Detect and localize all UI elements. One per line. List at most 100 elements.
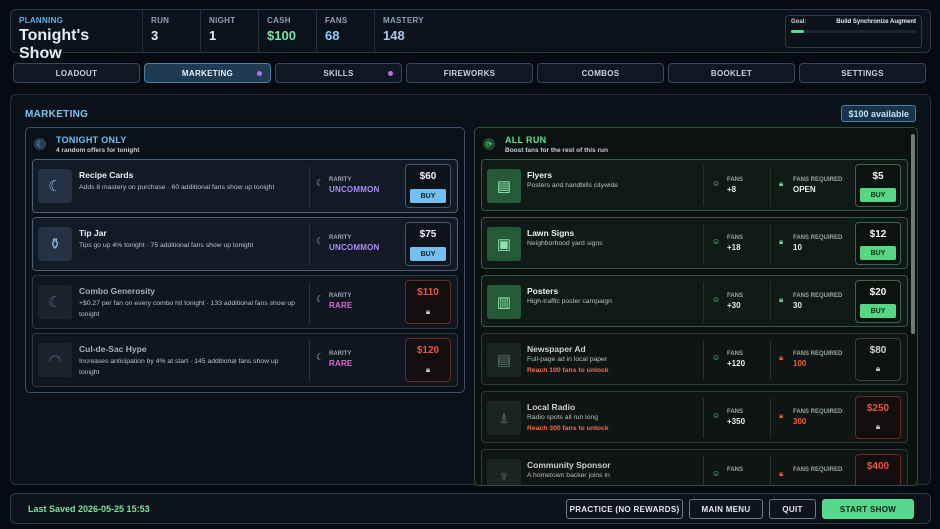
stat-cash-label: CASH: [267, 16, 291, 25]
price-box: $75 BUY: [405, 222, 451, 266]
divider: [703, 340, 704, 380]
tab-fireworks[interactable]: FIREWORKS: [406, 63, 533, 83]
offer-card-tip-jar: ⚱ Tip Jar Tips go up 4% tonight · 75 add…: [32, 217, 458, 271]
fans-icon: ☺: [712, 237, 721, 246]
all-run-column: ⟳ ALL RUN Boost fans for the rest of thi…: [474, 127, 918, 486]
combo-icon: ☾: [38, 285, 72, 319]
offer-card-combo-generosity: ☾ Combo Generosity +$0.27 per fan on eve…: [32, 275, 458, 329]
stat-mastery-value: 148: [383, 28, 405, 43]
lock-icon: 🔒︎: [779, 353, 784, 362]
fans-required-label: FANS REQUIRED: [793, 351, 843, 357]
upgrade-name: Lawn Signs: [527, 228, 575, 238]
buy-button[interactable]: BUY: [860, 188, 896, 202]
top-status-bar: PLANNING Tonight's Show RUN 3 NIGHT 1 CA…: [10, 9, 931, 62]
tab-booklet[interactable]: BOOKLET: [668, 63, 795, 83]
notification-dot-icon: [257, 71, 262, 76]
start-show-button[interactable]: START SHOW: [822, 499, 914, 519]
tab-combos[interactable]: COMBOS: [537, 63, 664, 83]
price-box: $60 BUY: [405, 164, 451, 208]
lock-icon: 🔒︎: [779, 295, 784, 304]
upgrade-price: $5: [872, 171, 884, 182]
lock-icon: 🔒︎: [425, 307, 431, 316]
buy-button[interactable]: BUY: [860, 304, 896, 318]
rarity-value: RARE: [329, 359, 353, 368]
quit-button[interactable]: QUIT: [769, 499, 816, 519]
scrollbar[interactable]: [911, 134, 915, 334]
divider: [309, 340, 310, 382]
sponsor-icon: ♆: [487, 459, 521, 485]
flyer-icon: ▤: [487, 169, 521, 203]
lock-icon: 🔒︎: [779, 411, 784, 420]
all-run-title: ALL RUN: [505, 135, 547, 145]
goal-progress-bar: [791, 30, 916, 33]
rarity-label: RARITY: [329, 293, 352, 299]
fans-label: FANS: [727, 177, 744, 183]
fans-value: +8: [727, 185, 737, 194]
upgrade-price: $80: [869, 345, 887, 356]
tab-bar: LOADOUT MARKETING SKILLS FIREWORKS COMBO…: [13, 63, 926, 83]
price-box: $250 🔒︎: [855, 396, 901, 439]
divider: [770, 224, 771, 264]
tonight-only-column: ☾ TONIGHT ONLY 4 random offers for tonig…: [25, 127, 465, 393]
tab-loadout[interactable]: LOADOUT: [13, 63, 140, 83]
upgrade-price: $20: [869, 287, 887, 298]
buy-button[interactable]: BUY: [860, 246, 896, 260]
lock-icon: 🔒︎: [779, 179, 784, 188]
fans-required-label: FANS REQUIRED: [793, 177, 843, 183]
divider: [703, 282, 704, 322]
radio-tower-icon: ⍋: [487, 401, 521, 435]
stat-mastery: MASTERY 148: [375, 10, 455, 52]
stat-cash: CASH $100: [259, 10, 317, 52]
fans-icon: ☺: [712, 353, 721, 362]
upgrade-card-community-sponsor: ♆ Community Sponsor A hometown backer jo…: [481, 449, 908, 485]
tab-marketing-label: MARKETING: [181, 68, 234, 78]
price-box: $20 BUY: [855, 280, 901, 323]
upgrade-card-local-radio: ⍋ Local Radio Radio spots all run long R…: [481, 391, 908, 443]
upgrade-name: Flyers: [527, 170, 553, 180]
goal-text: Build Synchronize Augment: [836, 19, 916, 25]
fans-label: FANS: [727, 235, 744, 241]
goal-progress-fill: [791, 30, 804, 33]
goal-box: Goal: Build Synchronize Augment: [785, 15, 922, 48]
goal-label: Goal:: [791, 19, 807, 25]
upgrade-card-newspaper-ad: ▤ Newspaper Ad Full-page ad in local pap…: [481, 333, 908, 385]
divider: [770, 282, 771, 322]
rarity-label: RARITY: [329, 177, 352, 183]
moon-icon: ☾: [316, 294, 325, 304]
fans-value: +350: [727, 417, 746, 426]
divider: [770, 456, 771, 485]
main-menu-button[interactable]: MAIN MENU: [689, 499, 763, 519]
upgrade-description: A hometown backer joins in: [527, 472, 610, 479]
tab-marketing[interactable]: MARKETING: [144, 63, 271, 83]
stat-run-label: RUN: [151, 16, 170, 25]
notification-dot-icon: [388, 71, 393, 76]
stat-run-value: 3: [151, 28, 159, 43]
upgrade-card-lawn-signs: ▣ Lawn Signs Neighborhood yard signs ☺ F…: [481, 217, 908, 269]
phase-block: PLANNING Tonight's Show: [11, 10, 143, 62]
price-box: $5 BUY: [855, 164, 901, 207]
divider: [309, 224, 310, 266]
buy-button[interactable]: BUY: [410, 189, 446, 203]
tab-skills[interactable]: SKILLS: [275, 63, 402, 83]
tab-fireworks-label: FIREWORKS: [443, 68, 496, 78]
price-box: $120 🔒︎: [405, 338, 451, 382]
upgrade-description: High-traffic poster campaign: [527, 298, 612, 305]
section-title: MARKETING: [25, 109, 89, 120]
stat-night-label: NIGHT: [209, 16, 236, 25]
offer-description: +$0.27 per fan on every combo hit tonigh…: [79, 300, 295, 318]
buy-button[interactable]: BUY: [410, 247, 446, 261]
fans-label: FANS: [727, 409, 744, 415]
upgrade-description: Posters and handbills citywide: [527, 182, 619, 189]
divider: [309, 282, 310, 324]
tab-loadout-label: LOADOUT: [55, 68, 98, 78]
offer-name: Cul-de-Sac Hype: [79, 344, 147, 354]
all-run-subtitle: Boost fans for the rest of this run: [505, 147, 608, 154]
upgrade-description: Radio spots all run long: [527, 414, 599, 421]
practice-button[interactable]: PRACTICE (NO REWARDS): [566, 499, 683, 519]
moon-icon: ☾: [316, 352, 325, 362]
stat-fans-value: 68: [325, 28, 340, 43]
hype-gauge-icon: ◠: [38, 343, 72, 377]
tab-settings[interactable]: SETTINGS: [799, 63, 926, 83]
fans-icon: ☺: [712, 295, 721, 304]
fans-required-value: 10: [793, 243, 802, 252]
